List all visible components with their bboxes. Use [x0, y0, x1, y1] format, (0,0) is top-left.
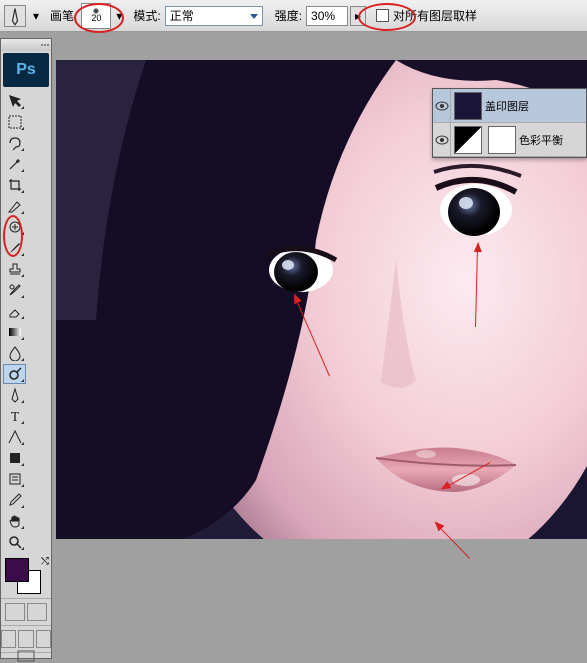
eyedropper-tool[interactable] — [3, 490, 26, 510]
layer-mask-thumb — [488, 126, 516, 154]
mode-select[interactable]: 正常 — [165, 6, 263, 26]
layer-thumb — [454, 92, 482, 120]
notes-tool[interactable] — [3, 469, 26, 489]
crop-tool[interactable] — [3, 175, 26, 195]
mode-label: 模式: — [133, 7, 160, 24]
brush-dropdown[interactable]: ▾ — [113, 6, 125, 26]
brush-tool[interactable] — [3, 238, 26, 258]
strength-input[interactable]: 30% — [306, 6, 348, 26]
layer-row[interactable]: 色彩平衡 — [433, 123, 586, 157]
blur-tool[interactable] — [3, 343, 26, 363]
eraser-tool[interactable] — [3, 301, 26, 321]
layer-thumb — [454, 126, 482, 154]
options-bar: ▾ 画笔: 20 ▾ 模式: 正常 强度: 30% ▸ 对所有图层取样 — [0, 0, 587, 32]
tools-panel: Ps T ⤭ — [0, 38, 52, 659]
type-tool[interactable]: T — [3, 406, 26, 426]
pen-tool[interactable] — [3, 385, 26, 405]
shape-tool[interactable] — [3, 448, 26, 468]
photoshop-logo-icon: Ps — [3, 53, 49, 87]
gradient-tool[interactable] — [3, 322, 26, 342]
healing-tool[interactable] — [3, 217, 26, 237]
layer-name: 盖印图层 — [485, 98, 529, 114]
mode-value: 正常 — [170, 7, 194, 24]
layers-panel: 盖印图层色彩平衡 — [432, 88, 587, 158]
swap-colors-icon[interactable]: ⤭ — [41, 556, 49, 567]
foreground-color-swatch[interactable] — [5, 558, 29, 582]
standard-mode-button[interactable] — [5, 603, 25, 621]
strength-spinner[interactable]: ▸ — [350, 6, 366, 26]
stamp-tool[interactable] — [3, 259, 26, 279]
color-swatch[interactable]: ⤭ — [3, 556, 51, 596]
brush-size-value: 20 — [91, 14, 101, 23]
magic-wand-tool[interactable] — [3, 154, 26, 174]
move-tool[interactable] — [3, 91, 26, 111]
path-tool[interactable] — [3, 427, 26, 447]
history-brush-tool[interactable] — [3, 280, 26, 300]
marquee-tool[interactable] — [3, 112, 26, 132]
dodge-tool[interactable] — [3, 364, 26, 384]
strength-value: 30% — [311, 9, 335, 23]
svg-text:T: T — [10, 410, 19, 424]
sample-all-checkbox[interactable] — [376, 9, 389, 22]
screen-mode-2-button[interactable] — [18, 630, 33, 648]
strength-label: 强度: — [275, 7, 302, 24]
screen-mode-3-button[interactable] — [36, 630, 51, 648]
tools-header[interactable] — [1, 39, 51, 51]
quickmask-mode-button[interactable] — [27, 603, 47, 621]
sample-all-label: 对所有图层取样 — [393, 7, 477, 24]
slice-tool[interactable] — [3, 196, 26, 216]
visibility-icon[interactable] — [433, 89, 451, 122]
brush-picker[interactable]: 20 — [81, 3, 111, 29]
hand-tool[interactable] — [3, 511, 26, 531]
brush-label: 画笔: — [50, 7, 77, 24]
tool-preset-icon[interactable] — [4, 5, 26, 27]
layer-row[interactable]: 盖印图层 — [433, 89, 586, 123]
screen-mode-1-button[interactable] — [1, 630, 16, 648]
lasso-tool[interactable] — [3, 133, 26, 153]
tool-preset-dropdown[interactable]: ▾ — [30, 6, 42, 26]
visibility-icon[interactable] — [433, 123, 451, 156]
layer-name: 色彩平衡 — [519, 132, 563, 148]
zoom-tool[interactable] — [3, 532, 26, 552]
jump-to-imageready-icon[interactable] — [1, 652, 51, 658]
